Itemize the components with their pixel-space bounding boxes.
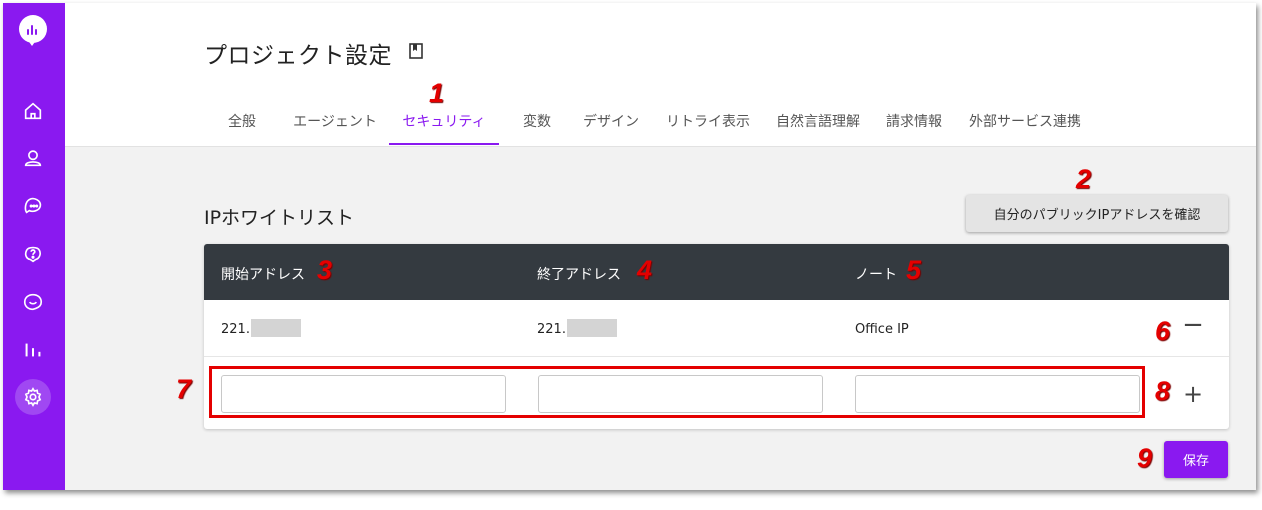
note-cell: Office IP — [855, 322, 909, 337]
book-icon[interactable] — [409, 43, 423, 59]
end-address-cell: 221. — [537, 319, 617, 337]
tab-security[interactable]: セキュリティ — [389, 111, 499, 147]
tab-retry-display[interactable]: リトライ表示 — [663, 111, 753, 147]
page-title: プロジェクト設定 — [204, 43, 392, 69]
callout-5: 5 — [906, 255, 922, 285]
tab-billing[interactable]: 請求情報 — [883, 111, 945, 147]
sidebar — [3, 3, 65, 490]
callout-7: 7 — [176, 374, 192, 404]
save-button[interactable]: 保存 — [1164, 441, 1228, 478]
column-header-note: ノート — [855, 267, 897, 283]
user-icon[interactable] — [19, 144, 47, 172]
callout-1: 1 — [429, 78, 445, 108]
table-row: 221. 221. Office IP − — [204, 300, 1229, 357]
table-header: 開始アドレス 終了アドレス ノート — [204, 244, 1229, 300]
add-row-button[interactable]: + — [1182, 379, 1204, 409]
help-icon[interactable] — [19, 240, 47, 268]
page-header: プロジェクト設定 全般 エージェント セキュリティ 変数 デザイン リトライ表示… — [65, 3, 1256, 147]
redacted-block — [566, 319, 617, 337]
new-row-highlight-box — [209, 366, 1145, 418]
analytics-icon[interactable] — [19, 336, 47, 364]
tab-nlu[interactable]: 自然言語理解 — [773, 111, 863, 147]
callout-6: 6 — [1155, 316, 1171, 346]
remove-row-button[interactable]: − — [1182, 310, 1204, 340]
column-header-end-address: 終了アドレス — [537, 267, 621, 283]
callout-8: 8 — [1155, 376, 1171, 406]
check-public-ip-button[interactable]: 自分のパブリックIPアドレスを確認 — [966, 195, 1228, 232]
callout-3: 3 — [317, 255, 333, 285]
section-title: IPホワイトリスト — [204, 207, 355, 229]
tab-bar: 全般 エージェント セキュリティ 変数 デザイン リトライ表示 自然言語理解 請… — [65, 111, 1256, 147]
start-address-cell: 221. — [221, 319, 301, 337]
active-tab-indicator — [389, 143, 499, 145]
column-header-start-address: 開始アドレス — [221, 267, 305, 283]
tab-general[interactable]: 全般 — [227, 111, 257, 147]
settings-icon[interactable] — [15, 379, 51, 415]
home-icon[interactable] — [19, 97, 47, 125]
tab-external-services[interactable]: 外部サービス連携 — [965, 111, 1085, 147]
callout-9: 9 — [1137, 443, 1153, 473]
tab-design[interactable]: デザイン — [579, 111, 643, 147]
callout-2: 2 — [1076, 164, 1092, 194]
callout-4: 4 — [637, 255, 653, 285]
feedback-icon[interactable] — [19, 288, 47, 316]
app-logo-icon[interactable] — [19, 15, 47, 46]
tab-variables[interactable]: 変数 — [517, 111, 557, 147]
chat-icon[interactable] — [19, 192, 47, 220]
redacted-block — [250, 319, 301, 337]
tab-agent[interactable]: エージェント — [290, 111, 380, 147]
